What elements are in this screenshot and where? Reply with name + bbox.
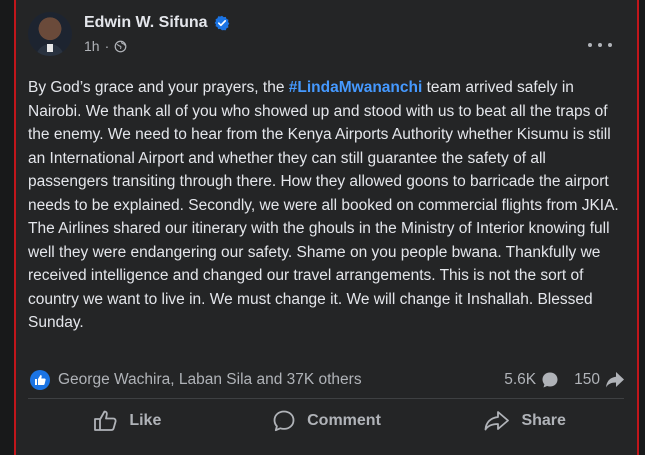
comment-count-icon bbox=[542, 372, 558, 388]
post-header: Edwin W. Sifuna 1h · bbox=[28, 12, 628, 60]
share-icon bbox=[485, 411, 510, 431]
comment-label: Comment bbox=[307, 412, 381, 429]
action-bar: Like Comment Share bbox=[28, 402, 624, 440]
hashtag-link[interactable]: #LindaMwananchi bbox=[289, 79, 423, 96]
shares-count-value: 150 bbox=[574, 371, 600, 388]
post-time[interactable]: 1h bbox=[84, 38, 100, 54]
reactions-bar: George Wachira, Laban Sila and 37K other… bbox=[30, 368, 626, 392]
reactors-list[interactable]: George Wachira, Laban Sila and 37K other… bbox=[58, 371, 490, 389]
comments-count-value: 5.6K bbox=[504, 371, 537, 388]
like-label: Like bbox=[129, 412, 162, 429]
thumbs-up-glyph bbox=[35, 375, 46, 385]
author-row: Edwin W. Sifuna bbox=[84, 14, 230, 32]
like-button[interactable]: Like bbox=[28, 402, 227, 440]
avatar[interactable] bbox=[28, 12, 72, 56]
like-icon bbox=[94, 410, 117, 431]
share-button[interactable]: Share bbox=[425, 402, 624, 440]
share-count-icon bbox=[606, 372, 624, 388]
more-options-icon[interactable] bbox=[588, 40, 612, 50]
like-reaction-icon bbox=[30, 370, 50, 390]
author-name[interactable]: Edwin W. Sifuna bbox=[84, 14, 208, 32]
comment-icon bbox=[273, 410, 295, 432]
shares-count[interactable]: 150 bbox=[574, 370, 626, 390]
verified-badge-icon bbox=[214, 15, 229, 31]
avatar-collar bbox=[47, 44, 53, 52]
post-text-rest: team arrived safely in Nairobi. We thank… bbox=[28, 79, 619, 331]
share-label: Share bbox=[521, 412, 566, 429]
actions-divider bbox=[28, 398, 624, 399]
post-body: By God’s grace and your prayers, the #Li… bbox=[28, 76, 626, 335]
post-text-start: By God’s grace and your prayers, the bbox=[28, 79, 289, 96]
globe-icon bbox=[114, 40, 127, 52]
meta-separator: · bbox=[104, 38, 110, 54]
facebook-post-frame: Edwin W. Sifuna 1h · By God’s grace and … bbox=[0, 0, 645, 455]
comments-count[interactable]: 5.6K bbox=[504, 370, 560, 390]
engagement-counts: 5.6K 150 bbox=[490, 370, 626, 390]
post-meta: 1h · bbox=[84, 38, 127, 54]
comment-button[interactable]: Comment bbox=[227, 402, 426, 440]
